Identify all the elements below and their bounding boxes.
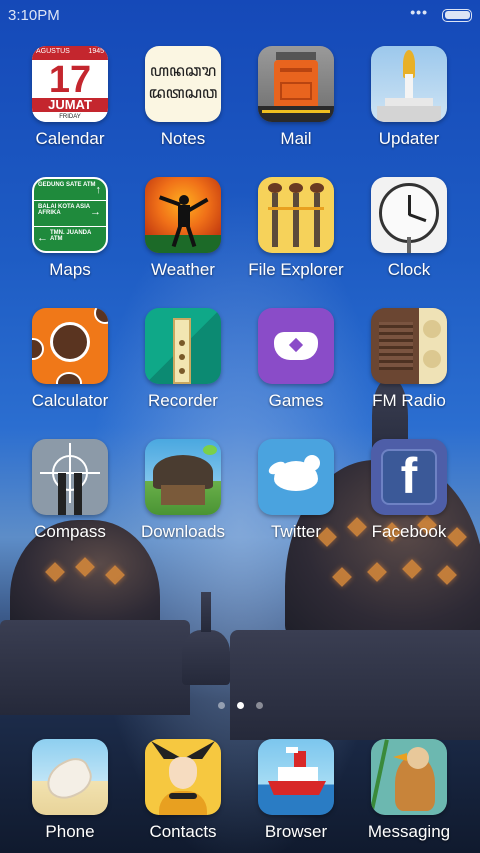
left-stupa-base [0, 620, 190, 715]
person-portrait-icon [145, 739, 221, 815]
monument-icon [371, 46, 447, 122]
radio-icon [371, 308, 447, 384]
app-label: Recorder [148, 391, 218, 410]
status-icons: ••• [410, 4, 472, 22]
app-label: Weather [151, 260, 215, 279]
app-calendar[interactable]: AGUSTUS 1945 17 JUMAT FRIDAY Calendar [14, 46, 126, 149]
app-recorder[interactable]: Recorder [127, 308, 239, 411]
compass-icon [32, 439, 108, 515]
clock-face-icon [371, 177, 447, 253]
app-weather[interactable]: Weather [127, 177, 239, 280]
page-dot[interactable] [255, 702, 263, 709]
app-games[interactable]: Games [240, 308, 352, 411]
app-calculator[interactable]: Calculator [14, 308, 126, 411]
app-label: Clock [387, 260, 431, 279]
app-file-explorer[interactable]: File Explorer [240, 177, 352, 280]
notification-dots-icon: ••• [410, 4, 428, 20]
notes-icon: ꦲꦤꦕꦫ ꦢꦠꦱꦮ [145, 46, 221, 122]
batik-pattern-icon [32, 308, 108, 384]
dock-contacts[interactable]: Contacts [127, 739, 239, 842]
center-stupa-spire [201, 592, 211, 632]
app-label: Calculator [31, 391, 109, 410]
app-label: Calendar [35, 129, 105, 148]
app-facebook[interactable]: f Facebook [353, 439, 465, 542]
calendar-icon: AGUSTUS 1945 17 JUMAT FRIDAY [32, 46, 108, 122]
app-label: Twitter [270, 522, 322, 541]
eagle-icon [371, 739, 447, 815]
app-label: FM Radio [372, 391, 446, 410]
app-label: Notes [160, 129, 206, 148]
app-label: Messaging [367, 822, 451, 841]
status-time: 3:10PM [8, 6, 60, 24]
facebook-f-icon: f [371, 439, 447, 515]
app-twitter[interactable]: Twitter [240, 439, 352, 542]
dancer-silhouette-icon [145, 177, 221, 253]
mailbox-icon [258, 46, 334, 122]
app-label: Downloads [140, 522, 226, 541]
road-sign-icon: GEDUNG SATE ATM ↑ BALAI KOTA ASIA AFRIKA →… [32, 177, 108, 253]
dock-messaging[interactable]: Messaging [353, 739, 465, 842]
app-maps[interactable]: GEDUNG SATE ATM ↑ BALAI KOTA ASIA AFRIKA →… [14, 177, 126, 280]
app-mail[interactable]: Mail [240, 46, 352, 149]
status-bar: 3:10PM ••• [0, 0, 480, 30]
bamboo-flute-icon [145, 308, 221, 384]
app-label: Mail [280, 129, 312, 148]
app-downloads[interactable]: Downloads [127, 439, 239, 542]
twitter-bird-icon [258, 439, 334, 515]
app-notes[interactable]: ꦲꦤꦕꦫ ꦢꦠꦱꦮ Notes [127, 46, 239, 149]
kris-daggers-icon [258, 177, 334, 253]
app-clock[interactable]: Clock [353, 177, 465, 280]
app-label: Compass [34, 522, 106, 541]
hut-icon [145, 439, 221, 515]
game-controller-icon [258, 308, 334, 384]
app-label: Contacts [149, 822, 217, 841]
app-label: Updater [378, 129, 440, 148]
app-label: Phone [45, 822, 95, 841]
app-label: Games [268, 391, 324, 410]
app-updater[interactable]: Updater [353, 46, 465, 149]
center-stupa [182, 630, 230, 685]
right-stupa-base [230, 630, 480, 740]
app-label: Browser [264, 822, 328, 841]
page-dot-active[interactable] [236, 702, 244, 709]
app-fm-radio[interactable]: FM Radio [353, 308, 465, 411]
app-label: File Explorer [248, 260, 344, 279]
ship-icon [258, 739, 334, 815]
dock-phone[interactable]: Phone [14, 739, 126, 842]
page-dot[interactable] [217, 702, 225, 709]
app-compass[interactable]: Compass [14, 439, 126, 542]
app-label: Facebook [371, 522, 447, 541]
seashell-icon [32, 739, 108, 815]
battery-icon [442, 8, 472, 22]
app-label: Maps [49, 260, 91, 279]
page-indicator[interactable] [0, 702, 480, 709]
dock-browser[interactable]: Browser [240, 739, 352, 842]
